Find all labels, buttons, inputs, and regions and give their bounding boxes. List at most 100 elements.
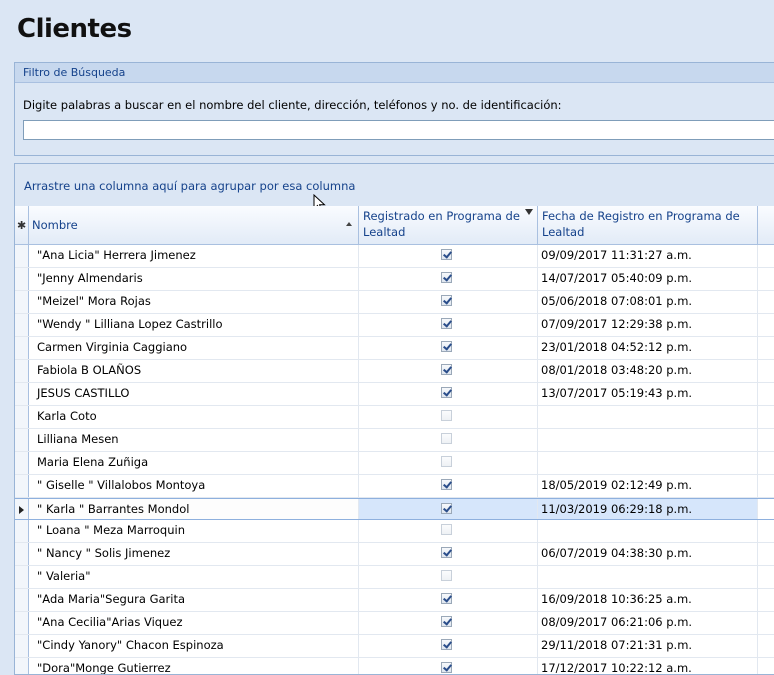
column-header-date[interactable]: Fecha de Registro en Programa de Lealtad — [538, 206, 758, 244]
cell-registered[interactable] — [359, 406, 538, 428]
cell-registration-date[interactable] — [538, 452, 758, 474]
registered-checkbox[interactable] — [441, 295, 452, 306]
row-indicator[interactable] — [15, 612, 29, 634]
table-row[interactable]: " Nancy " Solis Jimenez 06/07/2019 04:38:… — [15, 543, 774, 566]
cell-registered[interactable] — [359, 429, 538, 451]
cell-name[interactable]: Maria Elena Zuñiga — [29, 452, 359, 474]
cell-registration-date[interactable] — [538, 520, 758, 542]
cell-registered[interactable] — [359, 566, 538, 588]
cell-registered[interactable] — [359, 452, 538, 474]
table-row[interactable]: "Jenny Almendaris 14/07/2017 05:40:09 p.m… — [15, 268, 774, 291]
cell-registration-date[interactable]: 29/11/2018 07:21:31 p.m. — [538, 635, 758, 657]
table-row[interactable]: Carmen Virginia Caggiano 23/01/2018 04:52… — [15, 337, 774, 360]
registered-checkbox[interactable] — [441, 593, 452, 604]
cell-registered[interactable] — [359, 360, 538, 382]
table-row[interactable]: "Cindy Yanory" Chacon Espinoza 29/11/2018… — [15, 635, 774, 658]
registered-checkbox[interactable] — [441, 479, 452, 490]
row-indicator[interactable] — [15, 268, 29, 290]
registered-checkbox[interactable] — [441, 524, 452, 535]
table-row[interactable]: " Giselle " Villalobos Montoya 18/05/2019… — [15, 475, 774, 498]
new-row-header[interactable]: ✱ — [15, 206, 29, 244]
row-indicator[interactable] — [15, 429, 29, 451]
cell-name[interactable]: " Valeria" — [29, 566, 359, 588]
row-indicator[interactable] — [15, 499, 29, 519]
row-indicator[interactable] — [15, 635, 29, 657]
cell-registered[interactable] — [359, 612, 538, 634]
group-by-panel[interactable]: Arrastre una columna aquí para agrupar p… — [15, 164, 774, 213]
cell-registration-date[interactable] — [538, 566, 758, 588]
table-row[interactable]: "Ada Maria"Segura Garita 16/09/2018 10:36… — [15, 589, 774, 612]
search-input[interactable] — [23, 120, 774, 140]
row-indicator[interactable] — [15, 406, 29, 428]
cell-registered[interactable] — [359, 383, 538, 405]
cell-registered[interactable] — [359, 658, 538, 674]
cell-registration-date[interactable]: 06/07/2019 04:38:30 p.m. — [538, 543, 758, 565]
table-row[interactable]: "Dora"Monge Gutierrez 17/12/2017 10:22:12… — [15, 658, 774, 674]
row-indicator[interactable] — [15, 337, 29, 359]
cell-registration-date[interactable]: 13/07/2017 05:19:43 p.m. — [538, 383, 758, 405]
row-indicator[interactable] — [15, 314, 29, 336]
cell-name[interactable]: Karla Coto — [29, 406, 359, 428]
cell-name[interactable]: "Dora"Monge Gutierrez — [29, 658, 359, 674]
registered-checkbox[interactable] — [441, 503, 452, 514]
row-indicator[interactable] — [15, 452, 29, 474]
registered-checkbox[interactable] — [441, 249, 452, 260]
cell-registered[interactable] — [359, 268, 538, 290]
registered-checkbox[interactable] — [441, 318, 452, 329]
table-row[interactable]: "Ana Cecilia"Arias Viquez 08/09/2017 06:2… — [15, 612, 774, 635]
row-indicator[interactable] — [15, 543, 29, 565]
cell-registered[interactable] — [359, 475, 538, 497]
cell-registration-date[interactable]: 16/09/2018 10:36:25 a.m. — [538, 589, 758, 611]
table-row[interactable]: " Karla " Barrantes Mondol 11/03/2019 06:… — [15, 498, 774, 520]
cell-name[interactable]: "Cindy Yanory" Chacon Espinoza — [29, 635, 359, 657]
registered-checkbox[interactable] — [441, 662, 452, 673]
row-indicator[interactable] — [15, 360, 29, 382]
row-indicator[interactable] — [15, 245, 29, 267]
table-row[interactable]: Fabiola B OLAÑOS 08/01/2018 03:48:20 p.m. — [15, 360, 774, 383]
row-indicator[interactable] — [15, 589, 29, 611]
cell-name[interactable]: "Ada Maria"Segura Garita — [29, 589, 359, 611]
cell-registration-date[interactable]: 17/12/2017 10:22:12 a.m. — [538, 658, 758, 674]
cell-registration-date[interactable]: 07/09/2017 12:29:38 p.m. — [538, 314, 758, 336]
cell-registered[interactable] — [359, 589, 538, 611]
registered-checkbox[interactable] — [441, 341, 452, 352]
cell-registered[interactable] — [359, 499, 538, 519]
registered-checkbox[interactable] — [441, 272, 452, 283]
registered-checkbox[interactable] — [441, 410, 452, 421]
row-indicator[interactable] — [15, 520, 29, 542]
table-row[interactable]: " Valeria" — [15, 566, 774, 589]
cell-registration-date[interactable]: 14/07/2017 05:40:09 p.m. — [538, 268, 758, 290]
cell-registered[interactable] — [359, 635, 538, 657]
cell-registration-date[interactable]: 09/09/2017 11:31:27 a.m. — [538, 245, 758, 267]
table-row[interactable]: "Wendy " Lilliana Lopez Castrillo 07/09/2… — [15, 314, 774, 337]
registered-checkbox[interactable] — [441, 570, 452, 581]
registered-checkbox[interactable] — [441, 639, 452, 650]
row-indicator[interactable] — [15, 658, 29, 674]
cell-name[interactable]: " Karla " Barrantes Mondol — [29, 499, 359, 519]
table-row[interactable]: Karla Coto — [15, 406, 774, 429]
column-header-name[interactable]: Nombre — [29, 206, 359, 244]
registered-checkbox[interactable] — [441, 433, 452, 444]
cell-name[interactable]: "Ana Licia" Herrera Jimenez — [29, 245, 359, 267]
cell-name[interactable]: Lilliana Mesen — [29, 429, 359, 451]
cell-registration-date[interactable] — [538, 406, 758, 428]
table-row[interactable]: Lilliana Mesen — [15, 429, 774, 452]
cell-registration-date[interactable]: 08/01/2018 03:48:20 p.m. — [538, 360, 758, 382]
table-row[interactable]: JESUS CASTILLO 13/07/2017 05:19:43 p.m. — [15, 383, 774, 406]
registered-checkbox[interactable] — [441, 547, 452, 558]
cell-name[interactable]: " Nancy " Solis Jimenez — [29, 543, 359, 565]
column-header-registered[interactable]: Registrado en Programa de Lealtad — [359, 206, 538, 244]
cell-name[interactable]: "Meizel" Mora Rojas — [29, 291, 359, 313]
cell-registered[interactable] — [359, 543, 538, 565]
cell-registered[interactable] — [359, 291, 538, 313]
cell-name[interactable]: "Jenny Almendaris — [29, 268, 359, 290]
row-indicator[interactable] — [15, 566, 29, 588]
row-indicator[interactable] — [15, 291, 29, 313]
table-row[interactable]: " Loana " Meza Marroquin — [15, 520, 774, 543]
table-row[interactable]: Maria Elena Zuñiga — [15, 452, 774, 475]
cell-name[interactable]: " Giselle " Villalobos Montoya — [29, 475, 359, 497]
cell-registration-date[interactable]: 23/01/2018 04:52:12 p.m. — [538, 337, 758, 359]
cell-registered[interactable] — [359, 337, 538, 359]
registered-checkbox[interactable] — [441, 616, 452, 627]
cell-name[interactable]: Carmen Virginia Caggiano — [29, 337, 359, 359]
